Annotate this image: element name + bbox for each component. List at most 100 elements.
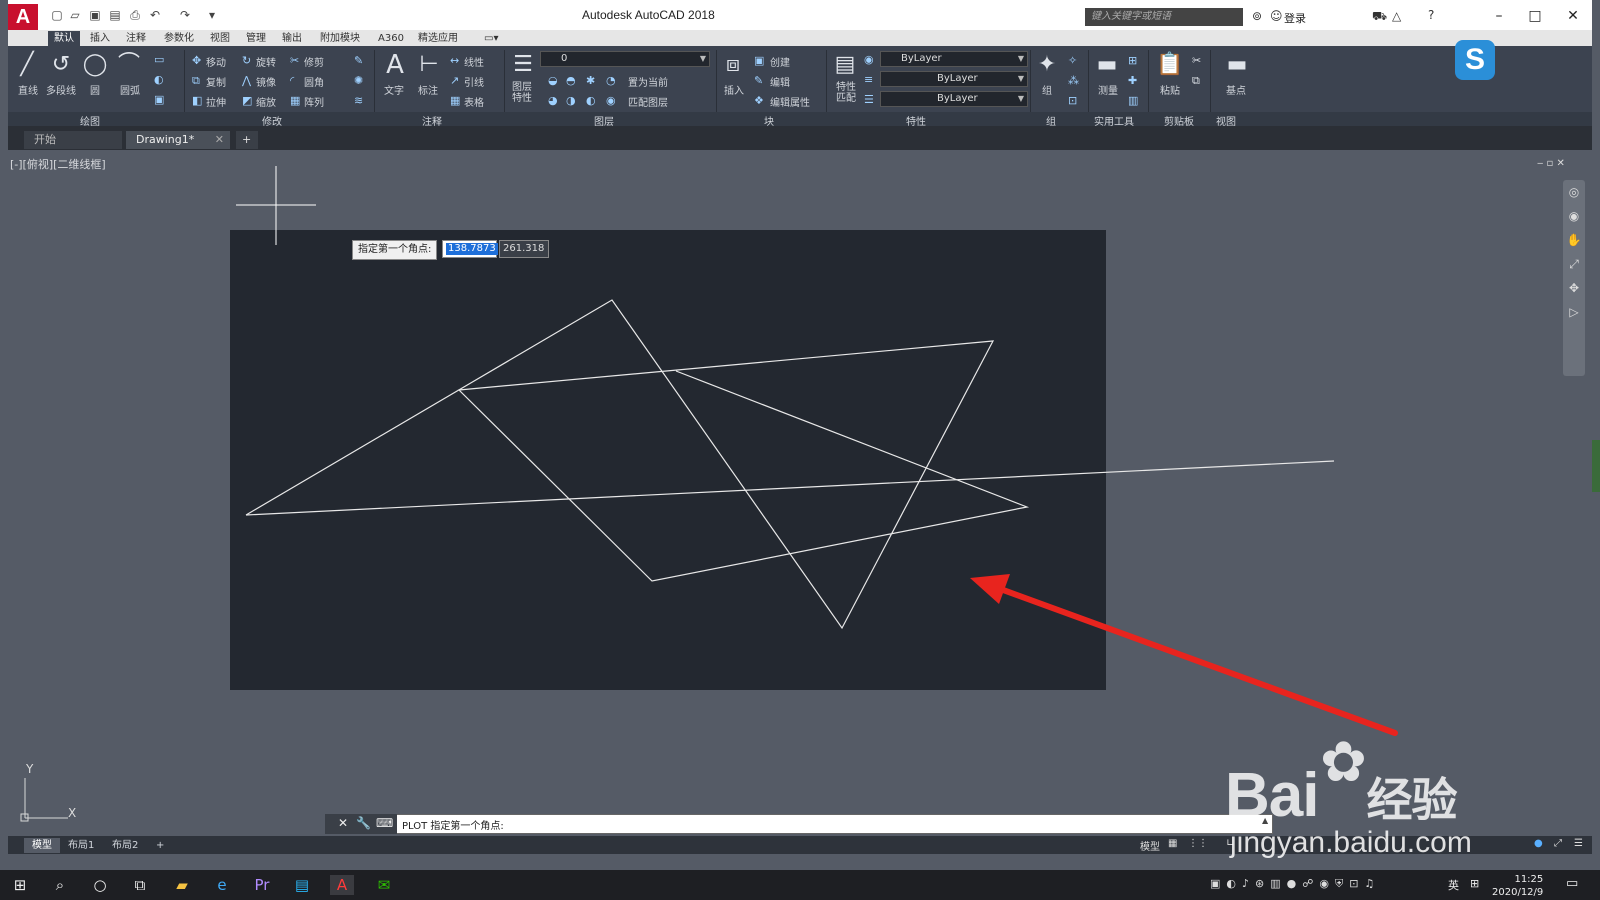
- wechat-icon[interactable]: ✉: [372, 875, 396, 895]
- mirror-button[interactable]: 镜像: [256, 74, 276, 89]
- tab-model[interactable]: 模型: [24, 838, 60, 853]
- explode-icon[interactable]: ✺: [354, 75, 366, 87]
- layer-unlock-icon[interactable]: ◉: [606, 95, 618, 107]
- print-icon[interactable]: ⎙: [128, 9, 142, 22]
- create-block-icon[interactable]: ▣: [754, 55, 766, 67]
- copy-icon[interactable]: ⧉: [192, 75, 204, 87]
- open-file-icon[interactable]: ▱: [68, 9, 82, 22]
- help-icon[interactable]: ?: [1428, 8, 1434, 22]
- save-icon[interactable]: ▣: [88, 9, 102, 22]
- coordinate-y-input[interactable]: 261.318: [499, 240, 549, 258]
- layer-isolate-icon[interactable]: ◓: [566, 75, 578, 87]
- group-edit-icon[interactable]: ⁂: [1068, 75, 1080, 87]
- windows-start-icon[interactable]: ⊞: [8, 875, 32, 895]
- layer-dropdown[interactable]: 0 ▼: [540, 51, 710, 67]
- scale-icon[interactable]: ◩: [242, 95, 254, 107]
- tab-a360[interactable]: A360: [372, 31, 410, 46]
- file-explorer-icon[interactable]: ▰: [170, 875, 194, 895]
- trim-button[interactable]: 修剪: [304, 54, 324, 69]
- cortana-icon[interactable]: ○: [88, 875, 112, 895]
- tab-view[interactable]: 视图: [204, 31, 236, 46]
- boundary-icon[interactable]: ▣: [154, 94, 166, 106]
- leader-icon[interactable]: ↗: [450, 75, 462, 87]
- edit-block-button[interactable]: 编辑: [770, 74, 790, 89]
- search-input[interactable]: 键入关键字或短语: [1085, 8, 1243, 26]
- hatch-icon[interactable]: ◐: [154, 74, 166, 86]
- offset-icon[interactable]: ≋: [354, 95, 366, 107]
- linear-icon[interactable]: ↔: [450, 55, 462, 67]
- rotate-button[interactable]: 旋转: [256, 54, 276, 69]
- search-icon[interactable]: ⌕: [48, 875, 72, 895]
- layer-walk-icon[interactable]: ◕: [548, 95, 560, 107]
- binoculars-icon[interactable]: ⊚: [1252, 9, 1262, 23]
- linear-button[interactable]: 线性: [464, 54, 484, 69]
- cart-icon[interactable]: ⛟: [1372, 9, 1387, 25]
- maximize-button[interactable]: □: [1520, 6, 1550, 26]
- tab-annotate[interactable]: 注释: [120, 31, 152, 46]
- tab-default[interactable]: 默认: [48, 31, 80, 46]
- undo-icon[interactable]: ↶: [148, 9, 162, 22]
- ungroup-icon[interactable]: ✧: [1068, 55, 1080, 67]
- table-icon[interactable]: ▦: [450, 95, 462, 107]
- customize-icon[interactable]: 🔧: [356, 816, 371, 830]
- color-dropdown[interactable]: ByLayer ▼: [880, 51, 1028, 67]
- premiere-icon[interactable]: Pr: [250, 875, 274, 895]
- point-icon[interactable]: ✚: [1128, 75, 1140, 87]
- line-icon[interactable]: ╱: [14, 52, 40, 78]
- polyline-icon[interactable]: ↺: [48, 52, 74, 78]
- redo-icon[interactable]: ↷: [178, 9, 192, 22]
- autocad-logo-icon[interactable]: A: [8, 4, 38, 30]
- tab-start[interactable]: 开始: [24, 131, 122, 149]
- tab-insert[interactable]: 插入: [84, 31, 116, 46]
- fullscreen-icon[interactable]: ⤢: [1554, 838, 1562, 849]
- paste-icon[interactable]: 📋: [1156, 52, 1183, 78]
- copy-button[interactable]: 复制: [206, 74, 226, 89]
- close-button[interactable]: ✕: [1558, 6, 1588, 26]
- plot-window-area[interactable]: [230, 230, 1106, 690]
- model-space-button[interactable]: 模型: [1140, 838, 1160, 853]
- fillet-icon[interactable]: ◜: [290, 75, 302, 87]
- text-icon[interactable]: A: [382, 52, 408, 78]
- minimize-button[interactable]: –: [1484, 6, 1514, 26]
- side-panel-handle[interactable]: [1592, 440, 1600, 492]
- navigation-bar[interactable]: ◎ ◉ ✋ ⤢ ✥ ▷: [1563, 180, 1585, 376]
- tab-parametric[interactable]: 参数化: [158, 31, 200, 46]
- viewport-window-controls[interactable]: ‒ ▫ ✕: [1537, 158, 1565, 169]
- edit-attributes-button[interactable]: 编辑属性: [770, 94, 810, 109]
- autocad-taskbar-icon[interactable]: A: [330, 875, 354, 895]
- move-button[interactable]: 移动: [206, 54, 226, 69]
- viewport-label[interactable]: [-][俯视][二维线框]: [10, 156, 106, 172]
- add-tab-button[interactable]: +: [236, 131, 258, 149]
- layer-off-icon[interactable]: ◒: [548, 75, 560, 87]
- linetype-dropdown[interactable]: ByLayer ▼: [880, 71, 1028, 87]
- table-button[interactable]: 表格: [464, 94, 484, 109]
- array-button[interactable]: 阵列: [304, 94, 324, 109]
- tab-layout1[interactable]: 布局1: [60, 838, 102, 853]
- a360-icon[interactable]: △: [1392, 9, 1401, 23]
- keyboard-icon[interactable]: ⊞: [1470, 877, 1479, 890]
- quick-calc-icon[interactable]: ⊞: [1128, 55, 1140, 67]
- tab-drawing1[interactable]: Drawing1* ✕: [126, 131, 230, 149]
- tab-more-icon[interactable]: ▭▾: [478, 31, 504, 46]
- new-file-icon[interactable]: ▢: [50, 9, 64, 22]
- cut-icon[interactable]: ✂: [1192, 55, 1204, 67]
- layer-freeze-icon[interactable]: ✱: [586, 75, 598, 87]
- layer-unisolate-icon[interactable]: ◐: [586, 95, 598, 107]
- tab-output[interactable]: 输出: [276, 31, 308, 46]
- arc-icon[interactable]: ⌒: [116, 52, 142, 78]
- ime-indicator[interactable]: 英: [1448, 877, 1459, 893]
- match-properties-icon[interactable]: ▤: [832, 52, 858, 78]
- mirror-icon[interactable]: ⋀: [242, 75, 254, 87]
- clock[interactable]: 11:25 2020/12/9: [1492, 873, 1543, 899]
- edit-block-icon[interactable]: ✎: [754, 75, 766, 87]
- save-as-icon[interactable]: ▤: [108, 9, 122, 22]
- isolate-objects-icon[interactable]: ●: [1534, 838, 1543, 849]
- insert-block-icon[interactable]: ⧈: [720, 52, 746, 78]
- tab-featured-apps[interactable]: 精选应用: [412, 31, 464, 46]
- customization-menu-icon[interactable]: ☰: [1574, 838, 1583, 849]
- rectangle-icon[interactable]: ▭: [154, 54, 166, 66]
- lineweight-dropdown[interactable]: ByLayer ▼: [880, 91, 1028, 107]
- edge-browser-icon[interactable]: e: [210, 875, 234, 895]
- move-icon[interactable]: ✥: [192, 55, 204, 67]
- id-point-icon[interactable]: ▥: [1128, 95, 1140, 107]
